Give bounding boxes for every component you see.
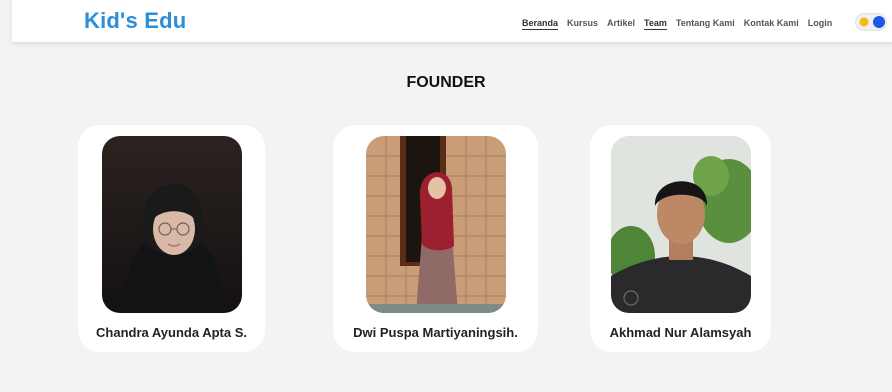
theme-toggle[interactable] — [855, 13, 887, 31]
founder-name: Chandra Ayunda Apta S. — [96, 325, 247, 340]
founder-photo — [102, 136, 242, 313]
toggle-knob — [873, 16, 885, 28]
nav-item-login[interactable]: Login — [808, 18, 833, 28]
nav-item-kursus[interactable]: Kursus — [567, 18, 598, 28]
top-navbar: Kid's Edu Beranda Kursus Artikel Team Te… — [12, 0, 892, 42]
founder-card: Chandra Ayunda Apta S. — [78, 125, 265, 352]
section-title: FOUNDER — [406, 74, 486, 91]
nav-item-beranda[interactable]: Beranda — [522, 18, 558, 28]
brand-logo[interactable]: Kid's Edu — [84, 8, 186, 34]
founder-name: Akhmad Nur Alamsyah — [609, 325, 752, 340]
founder-card: Dwi Puspa Martiyaningsih. — [333, 125, 538, 352]
nav-item-tentang-kami[interactable]: Tentang Kami — [676, 18, 735, 28]
nav-menu: Beranda Kursus Artikel Team Tentang Kami… — [522, 18, 832, 28]
founder-name: Dwi Puspa Martiyaningsih. — [353, 325, 518, 340]
founder-card: Akhmad Nur Alamsyah — [590, 125, 771, 352]
founder-photo — [366, 136, 506, 313]
nav-item-team[interactable]: Team — [644, 18, 667, 28]
founder-photo — [611, 136, 751, 313]
nav-item-artikel[interactable]: Artikel — [607, 18, 635, 28]
nav-item-kontak-kami[interactable]: Kontak Kami — [744, 18, 799, 28]
sun-icon — [860, 18, 868, 26]
